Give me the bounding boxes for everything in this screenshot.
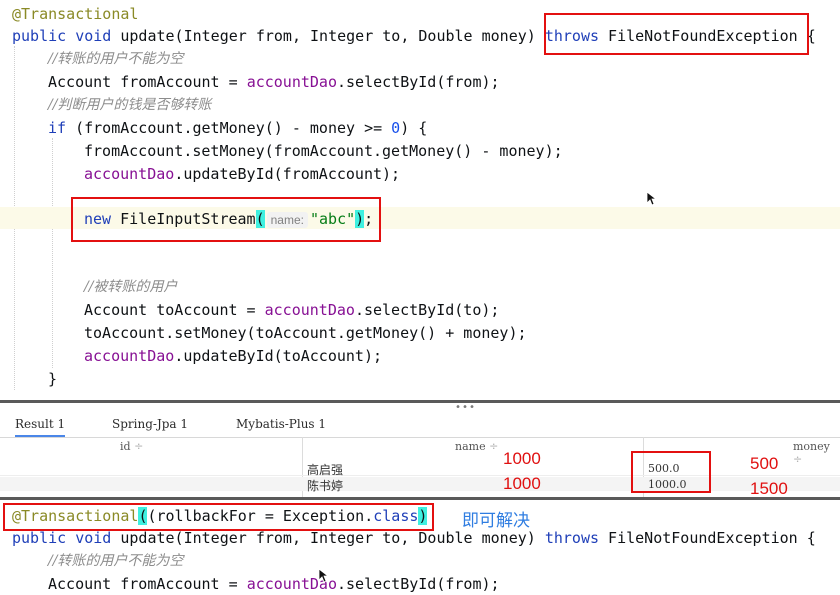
keyword-public: public xyxy=(12,529,67,547)
code-text: Account fromAccount = xyxy=(48,575,247,593)
code-comment: //判断用户的钱是否够转账 xyxy=(48,97,212,113)
close-brace: } xyxy=(48,370,58,388)
annotation-before-balance-1: 1000 xyxy=(503,449,541,468)
code-line: accountDao.updateById(toAccount); xyxy=(84,345,382,367)
transactional-annotation: @Transactional xyxy=(12,5,139,23)
column-header-label: name xyxy=(455,440,486,453)
field-ref: accountDao xyxy=(84,347,175,365)
cell-name: 陈书婷 xyxy=(307,479,344,493)
column-header-label: id xyxy=(120,440,131,453)
column-header-label: money xyxy=(793,440,830,453)
highlight-box-file-input-stream xyxy=(71,197,381,242)
code-comment: //被转账的用户 xyxy=(84,279,178,295)
code-line: Account toAccount = accountDao.selectByI… xyxy=(84,299,499,321)
code-text: ) { xyxy=(400,119,428,137)
mouse-pointer-icon xyxy=(318,568,330,583)
field-ref: accountDao xyxy=(264,301,355,319)
sort-icon[interactable]: ÷ xyxy=(134,440,143,453)
results-tab-bar: Result 1 Spring-Jpa 1 Mybatis-Plus 1 xyxy=(0,411,840,438)
cell-name: 高启强 xyxy=(307,463,344,477)
mouse-pointer-icon xyxy=(646,191,658,206)
keyword-throws: throws xyxy=(544,529,600,547)
code-comment: //转账的用户不能为空 xyxy=(48,51,184,67)
annotation-after-balance-1: 500 xyxy=(750,454,779,473)
column-header-id[interactable]: id ÷ xyxy=(120,440,143,453)
code-line: accountDao.updateById(fromAccount); xyxy=(84,163,400,185)
code-text: .updateById(fromAccount); xyxy=(174,165,401,183)
keyword-void: void xyxy=(75,529,112,547)
table-row[interactable]: 高启强 500.0 xyxy=(0,461,840,477)
highlight-box-money xyxy=(631,451,711,493)
code-text: .selectById(from); xyxy=(337,575,500,593)
field-ref: accountDao xyxy=(84,165,175,183)
highlight-box-throws xyxy=(544,13,809,55)
code-text: Account toAccount = xyxy=(84,301,265,319)
code-comment: //转账的用户不能为空 xyxy=(48,553,184,569)
indent-guide xyxy=(52,138,53,368)
code-editor-top[interactable]: @Transactional public void update(Intege… xyxy=(0,0,840,400)
code-line: toAccount.setMoney(toAccount.getMoney() … xyxy=(84,324,527,342)
keyword-public: public xyxy=(12,27,67,45)
code-line: Account fromAccount = accountDao.selectB… xyxy=(48,573,500,595)
code-line: Account fromAccount = accountDao.selectB… xyxy=(48,71,500,93)
tab-spring-jpa-1[interactable]: Spring-Jpa 1 xyxy=(112,417,188,431)
code-text: .updateById(toAccount); xyxy=(174,347,383,365)
code-text: (fromAccount.getMoney() - money >= xyxy=(66,119,392,137)
code-text: .selectById(to); xyxy=(354,301,500,319)
exception-type: FileNotFoundException { xyxy=(608,529,816,547)
field-ref: accountDao xyxy=(246,73,337,91)
tab-result-1[interactable]: Result 1 xyxy=(15,417,66,437)
tab-mybatis-plus-1[interactable]: Mybatis-Plus 1 xyxy=(236,417,326,431)
code-text: .selectById(from); xyxy=(337,73,500,91)
query-results-panel: ••• Result 1 Spring-Jpa 1 Mybatis-Plus 1… xyxy=(0,400,840,500)
code-line: fromAccount.setMoney(fromAccount.getMone… xyxy=(84,142,563,160)
table-row[interactable]: 陈书婷 1000.0 xyxy=(0,477,840,493)
code-text: Account fromAccount = xyxy=(48,73,247,91)
code-editor-bottom[interactable]: @Transactional((rollbackFor = Exception.… xyxy=(0,500,840,593)
annotation-before-balance-2: 1000 xyxy=(503,474,541,493)
sort-icon[interactable]: ÷ xyxy=(489,440,498,453)
number-literal: 0 xyxy=(391,119,401,137)
method-declaration: update(Integer from, Integer to, Double … xyxy=(120,529,536,547)
method-declaration: update(Integer from, Integer to, Double … xyxy=(120,27,536,45)
keyword-if: if xyxy=(48,119,67,137)
method-signature: public void update(Integer from, Integer… xyxy=(12,527,816,549)
annotation-after-balance-2: 1500 xyxy=(750,479,788,498)
if-statement: if (fromAccount.getMoney() - money >= 0)… xyxy=(48,117,427,139)
keyword-void: void xyxy=(75,27,112,45)
column-header-name[interactable]: name ÷ xyxy=(455,440,498,453)
